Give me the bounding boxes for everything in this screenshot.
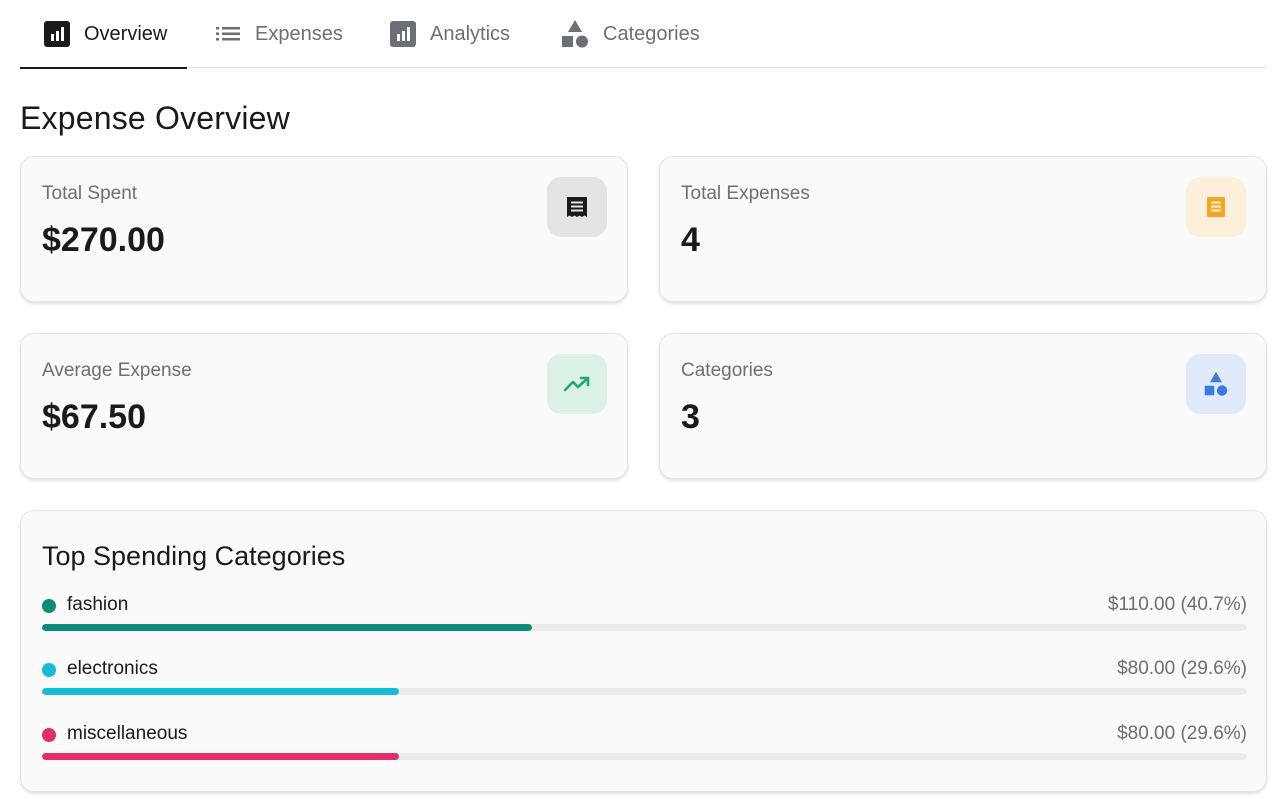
page-title: Expense Overview <box>20 100 290 136</box>
stat-card-average-expense: Average Expense $67.50 <box>20 333 628 479</box>
category-progress-track <box>42 624 1247 631</box>
category-name: fashion <box>67 594 129 615</box>
stat-value: $270.00 <box>42 221 165 259</box>
analytics-icon <box>390 21 416 47</box>
tab-expenses[interactable]: Expenses <box>215 0 343 68</box>
category-progress-track <box>42 688 1247 695</box>
tab-label: Expenses <box>255 22 343 45</box>
stat-label: Average Expense <box>42 360 192 381</box>
category-amount: $110.00 (40.7%) <box>1107 594 1247 615</box>
stat-icon-badge <box>547 354 607 414</box>
category-progress-fill <box>42 688 399 695</box>
category-progress-fill <box>42 624 533 631</box>
tab-bar: Overview Expenses Analytics Categories <box>20 0 1267 69</box>
stat-icon-badge <box>547 177 607 237</box>
trending-up-icon <box>563 376 590 392</box>
category-row-fashion: fashion $110.00 (40.7%) <box>42 594 1247 634</box>
tab-label: Categories <box>603 22 700 45</box>
category-amount: $80.00 (29.6%) <box>1117 658 1247 679</box>
category-color-dot <box>42 728 56 742</box>
stat-card-total-spent: Total Spent $270.00 <box>20 156 628 302</box>
document-icon <box>1207 197 1225 217</box>
bar-chart-icon <box>44 21 70 47</box>
tab-analytics[interactable]: Analytics <box>390 0 510 68</box>
category-row-electronics: electronics $80.00 (29.6%) <box>42 658 1247 698</box>
category-color-dot <box>42 663 56 677</box>
stat-label: Total Spent <box>42 183 138 204</box>
category-color-dot <box>42 599 56 613</box>
tab-overview[interactable]: Overview <box>20 0 188 69</box>
stat-value: 3 <box>681 398 700 436</box>
tab-label: Overview <box>84 22 168 45</box>
tab-categories[interactable]: Categories <box>561 0 700 68</box>
shapes-icon <box>562 20 588 48</box>
stat-card-categories: Categories 3 <box>659 333 1267 479</box>
active-tab-indicator <box>20 67 188 69</box>
category-progress-track <box>42 753 1247 760</box>
section-title: Top Spending Categories <box>42 541 346 571</box>
receipt-icon <box>567 197 587 217</box>
stat-label: Categories <box>681 360 773 381</box>
list-icon <box>216 27 240 41</box>
category-name: electronics <box>67 658 158 679</box>
stat-value: 4 <box>681 221 700 259</box>
tab-label: Analytics <box>430 22 511 45</box>
stat-value: $67.50 <box>42 398 146 436</box>
top-spending-categories-card: Top Spending Categories fashion $110.00 … <box>20 510 1267 792</box>
stat-icon-badge <box>1186 354 1246 414</box>
category-name: miscellaneous <box>67 723 188 744</box>
category-progress-fill <box>42 753 399 760</box>
stat-label: Total Expenses <box>681 183 810 204</box>
shapes-icon <box>1204 371 1228 396</box>
category-row-miscellaneous: miscellaneous $80.00 (29.6%) <box>42 723 1247 763</box>
category-amount: $80.00 (29.6%) <box>1117 723 1247 744</box>
stat-icon-badge <box>1186 177 1246 237</box>
page: Overview Expenses Analytics Categories E… <box>0 0 1278 801</box>
stat-card-total-expenses: Total Expenses 4 <box>659 156 1267 302</box>
